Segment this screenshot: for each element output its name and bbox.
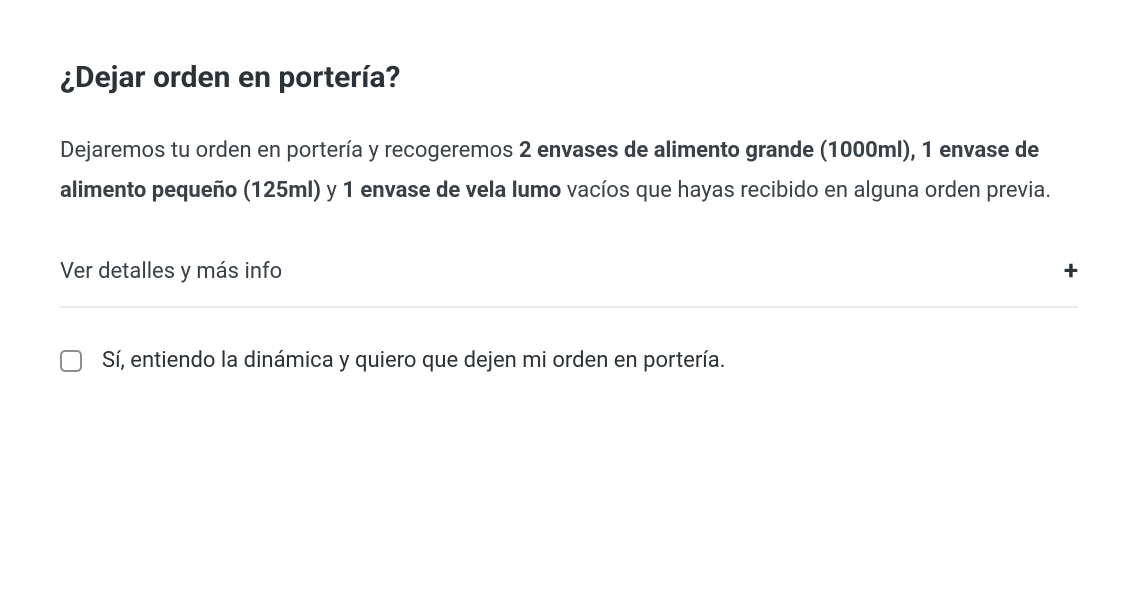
description-text: Dejaremos tu orden en portería y recoger… — [60, 131, 1060, 210]
description-part3: vacíos que hayas recibido en alguna orde… — [561, 178, 1051, 203]
consent-checkbox-label: Sí, entiendo la dinámica y quiero que de… — [102, 348, 726, 373]
expand-label: Ver detalles y más info — [60, 259, 282, 284]
plus-icon: + — [1064, 258, 1078, 284]
consent-checkbox-row: Sí, entiendo la dinámica y quiero que de… — [60, 348, 1078, 373]
page-heading: ¿Dejar orden en portería? — [60, 60, 1078, 95]
description-part2: y — [321, 178, 342, 203]
description-part1: Dejaremos tu orden en portería y recoger… — [60, 138, 519, 163]
consent-checkbox[interactable] — [60, 350, 82, 372]
expand-details-toggle[interactable]: Ver detalles y más info + — [60, 258, 1078, 308]
description-bold2: 1 envase de vela lumo — [342, 178, 561, 203]
